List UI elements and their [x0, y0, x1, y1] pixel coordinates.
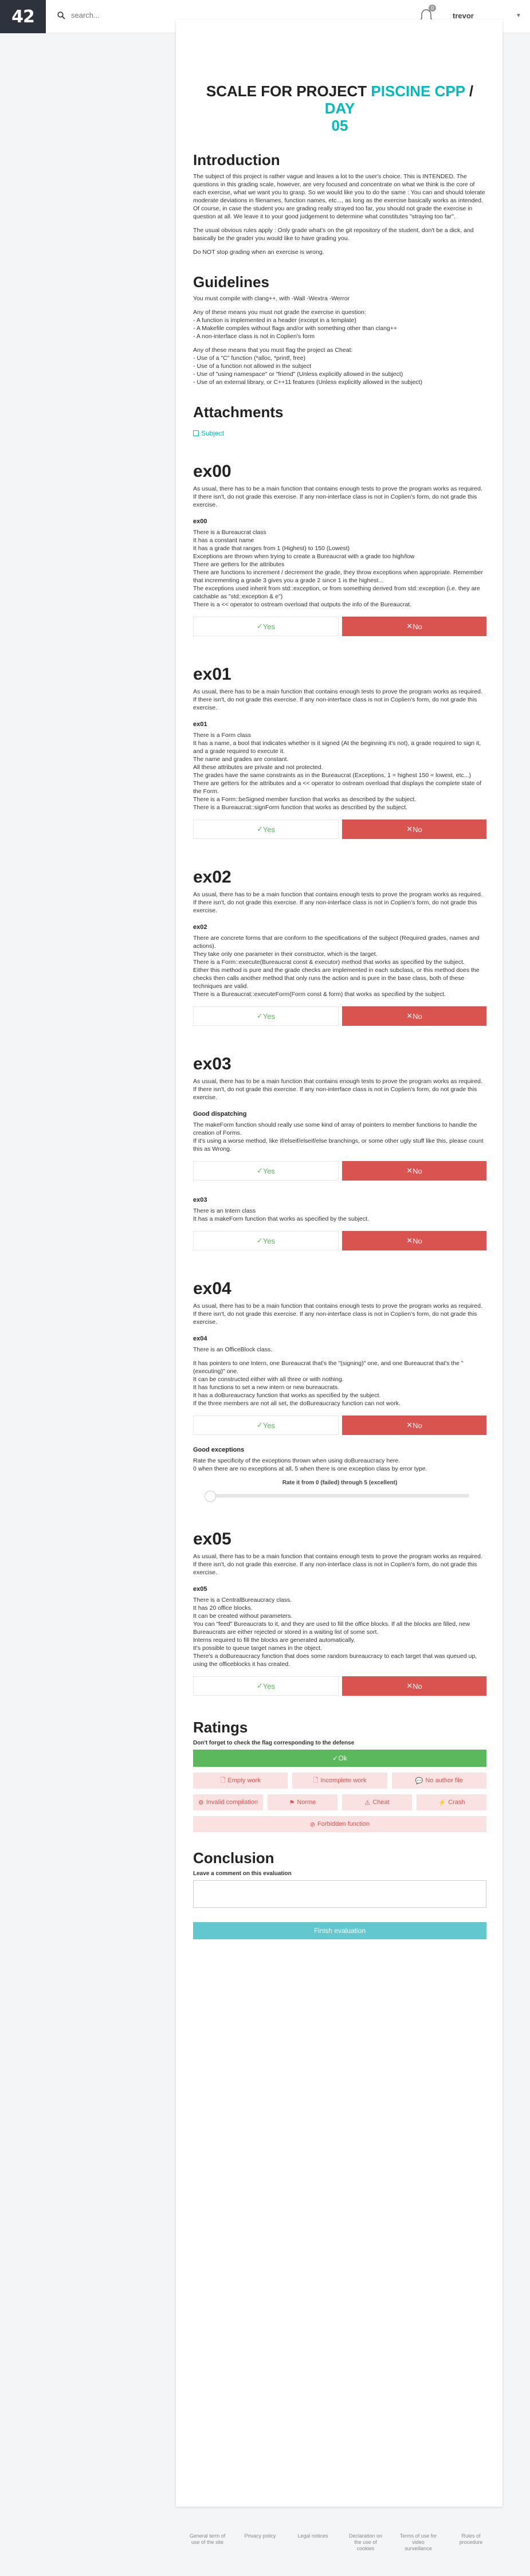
flag-empty-work[interactable]: 🗋 Empty work — [193, 1773, 288, 1789]
intro-paragraph: Do NOT stop grading when an exercise is … — [193, 249, 324, 256]
yes-button[interactable]: ✓ Yes — [193, 617, 339, 636]
list-item: - A non-interface class is not in Coplie… — [193, 333, 315, 340]
user-name[interactable]: trevor — [453, 11, 474, 20]
exercise-heading: ex04 — [193, 1279, 231, 1298]
yes-button[interactable]: ✓ Yes — [193, 820, 339, 839]
ratings-heading: Ratings — [193, 1719, 248, 1736]
comment-textarea[interactable] — [193, 1880, 486, 1908]
subject-link[interactable]: Subject — [193, 429, 224, 437]
exercise-heading: ex00 — [193, 462, 231, 481]
attachments-heading: Attachments — [193, 403, 284, 421]
logo[interactable]: 42 — [0, 0, 46, 33]
list-item: - A Makefile compiles without flags and/… — [193, 325, 398, 332]
footer: General term of use of the site Privacy … — [176, 2533, 502, 2552]
exercise-heading: ex02 — [193, 868, 231, 887]
flag-crash[interactable]: ⚡ Crash — [417, 1794, 486, 1810]
footer-link[interactable]: Rules of procedure — [451, 2533, 491, 2552]
flag-incomplete-work[interactable]: 🗋 Incomplete work — [292, 1773, 387, 1789]
finish-evaluation-button[interactable]: Finish evaluation — [193, 1922, 486, 1939]
flag-norme[interactable]: ⚑ Norme — [268, 1794, 337, 1810]
yes-button[interactable]: ✓ Yes — [193, 1416, 339, 1435]
question-title: ex02 — [193, 924, 207, 931]
conclusion-heading: Conclusion — [193, 1849, 274, 1867]
question-title: ex03 — [193, 1197, 207, 1203]
question-title: Good exceptions — [193, 1446, 245, 1453]
flag-cheat[interactable]: ⚠ Cheat — [342, 1794, 412, 1810]
slider-handle[interactable] — [205, 1491, 216, 1502]
yes-button[interactable]: ✓ Yes — [193, 1231, 339, 1250]
flag-forbidden-function[interactable]: ⊘ Forbidden function — [193, 1816, 486, 1832]
list-item: - Use of "using namespace" or "friend" (… — [193, 371, 403, 378]
yes-button[interactable]: ✓ Yes — [193, 1676, 339, 1696]
no-button[interactable]: ✕ No — [342, 820, 486, 839]
footer-link[interactable]: Legal notices — [293, 2533, 333, 2552]
scale-sheet: SCALE FOR PROJECT PISCINE CPP / DAY 05 I… — [176, 19, 502, 2507]
project-name: PISCINE CPP — [371, 83, 465, 100]
guidelines-heading: Guidelines — [193, 273, 269, 291]
exercise-heading: ex01 — [193, 665, 231, 684]
flag-no-author-file[interactable]: 💬 No author file — [391, 1773, 486, 1789]
exercise-heading: ex05 — [193, 1530, 231, 1548]
search-input[interactable] — [71, 11, 243, 19]
no-button[interactable]: ✕ No — [342, 1231, 486, 1250]
no-button[interactable]: ✕ No — [342, 617, 486, 636]
guidelines-paragraph: You must compile with clang++, with -Wal… — [193, 295, 350, 302]
page-title: SCALE FOR PROJECT PISCINE CPP / DAY 05 — [206, 83, 474, 134]
intro-paragraph: The subject of this project is rather va… — [193, 173, 485, 220]
footer-link[interactable]: Terms of use for video surveillance — [398, 2533, 438, 2552]
search-box — [57, 11, 243, 19]
question-title: ex04 — [193, 1335, 207, 1342]
yes-button[interactable]: ✓ Yes — [193, 1161, 339, 1181]
list-item: - Use of a "C" function (*alloc, *printf… — [193, 355, 305, 362]
no-button[interactable]: ✕ No — [342, 1161, 486, 1181]
rating-track[interactable] — [193, 1491, 486, 1502]
search-icon — [57, 11, 65, 19]
question-title: Good dispatching — [193, 1111, 247, 1118]
footer-link[interactable]: General term of use of the site — [187, 2533, 227, 2552]
list-item: - Use of a function not allowed in the s… — [193, 363, 312, 370]
question-title: ex01 — [193, 721, 207, 728]
rating-slider: Rate it from 0 (failed) through 5 (excel… — [193, 1480, 486, 1502]
flag-invalid-compilation[interactable]: ⚙ Invalid compilation — [193, 1794, 263, 1810]
chevron-down-icon[interactable]: ▼ — [516, 13, 521, 19]
yes-button[interactable]: ✓ Yes — [193, 1006, 339, 1026]
list-item: - A function is implemented in a header … — [193, 317, 356, 324]
question-title: ex00 — [193, 518, 207, 525]
footer-link[interactable]: Declaration on the use of cookies — [346, 2533, 386, 2552]
intro-paragraph: The usual obvious rules apply : Only gra… — [193, 227, 474, 242]
no-button[interactable]: ✕ No — [342, 1676, 486, 1696]
flag-ok-button[interactable]: ✓ Ok — [193, 1750, 486, 1767]
question-title: ex05 — [193, 1586, 207, 1593]
footer-link[interactable]: Privacy policy — [240, 2533, 280, 2552]
no-button[interactable]: ✕ No — [342, 1006, 486, 1026]
no-button[interactable]: ✕ No — [342, 1416, 486, 1435]
intro-heading: Introduction — [193, 151, 280, 168]
notification-count: 0 — [429, 5, 437, 11]
file-icon — [193, 430, 199, 436]
list-item: - Use of an external library, or C++11 f… — [193, 379, 422, 386]
exercise-heading: ex03 — [193, 1054, 231, 1073]
